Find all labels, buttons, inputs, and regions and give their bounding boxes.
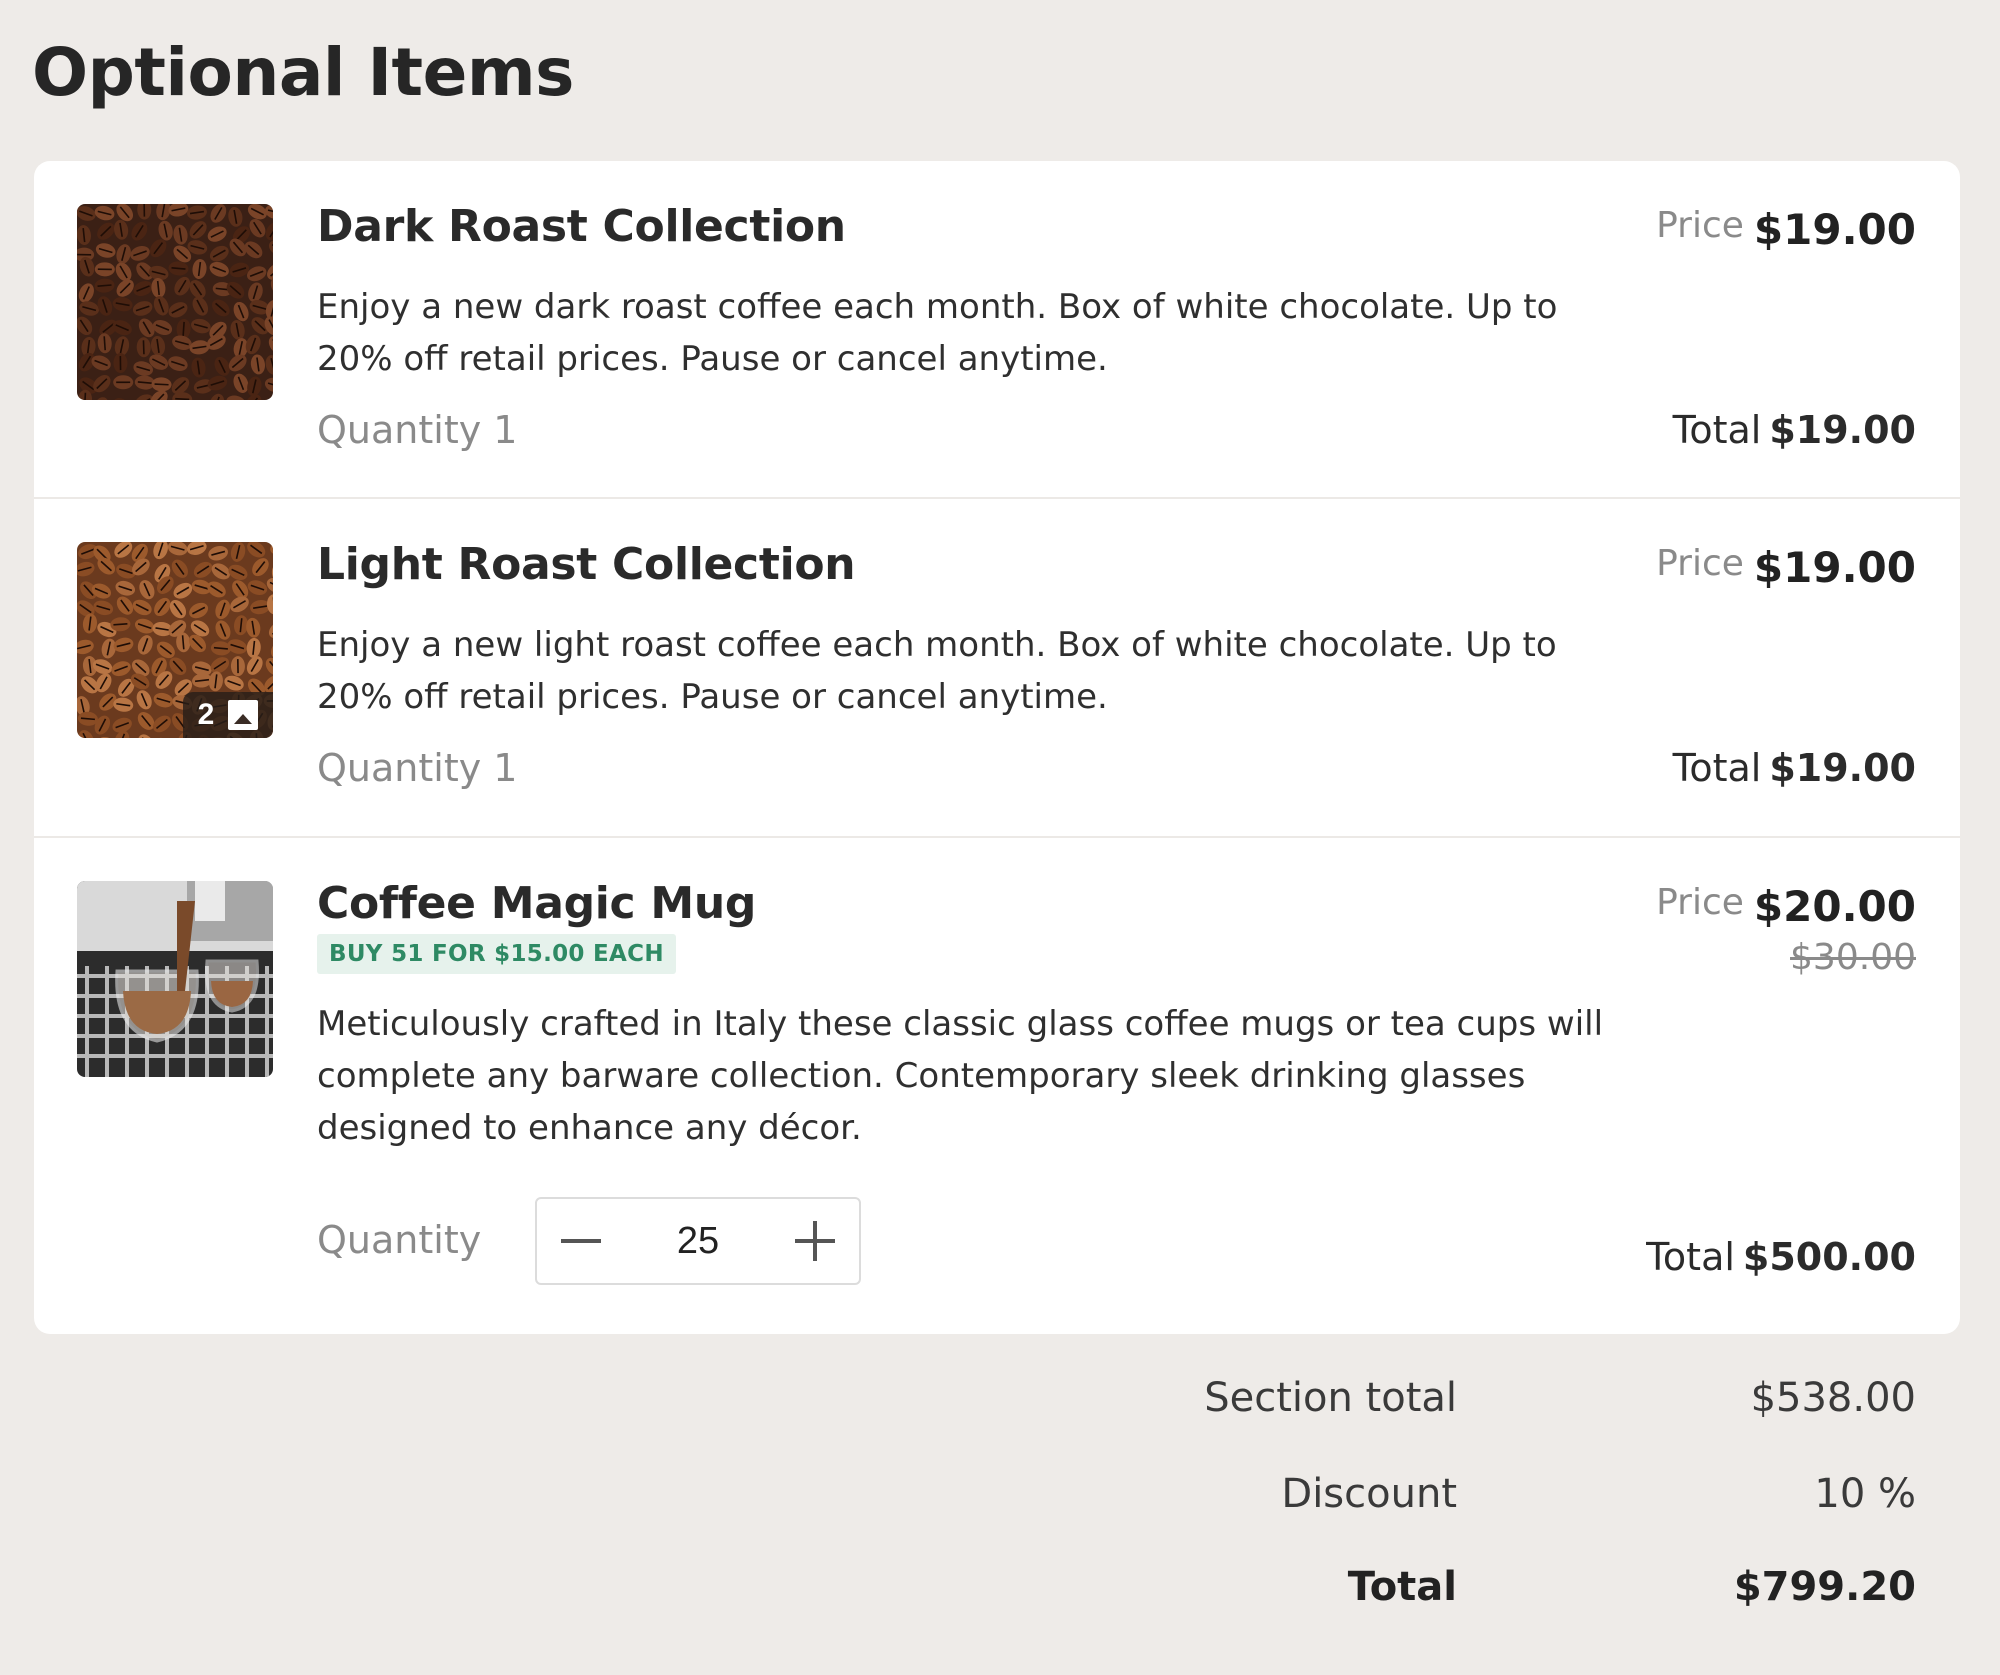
line-total: Total $500.00 [1646,1235,1916,1279]
total-label: Total [1672,408,1762,452]
product-image-light-roast[interactable]: 2 [77,542,273,738]
product-title: Dark Roast Collection [317,201,846,252]
total-label: Total [1672,746,1762,790]
espresso-mug-image [77,881,273,1077]
page-title: Optional Items [32,34,574,111]
grand-total-row: Total $799.20 [0,1564,2000,1624]
gallery-icon [228,700,259,730]
product-description: Enjoy a new dark roast coffee each month… [317,287,1558,379]
discount-value: 10 % [1814,1471,1916,1517]
total-value: $19.00 [1769,746,1916,790]
grand-total-value: $799.20 [1733,1564,1916,1610]
quantity-input[interactable]: 25 [638,1220,758,1263]
line-total: Total $19.00 [1673,408,1916,452]
image-count-badge[interactable]: 2 [183,692,273,738]
section-total-value: $538.00 [1750,1375,1916,1421]
line-item-dark-roast: Dark Roast Collection Enjoy a new dark r… [34,161,1960,499]
total-value: $500.00 [1742,1235,1916,1279]
product-image-coffee-mug[interactable] [77,881,273,1077]
line-total: Total $19.00 [1673,746,1916,790]
line-item-coffee-mug: Coffee Magic Mug BUY 51 FOR $15.00 EACH … [34,838,1960,1334]
product-title: Light Roast Collection [317,539,856,590]
product-description: Enjoy a new light roast coffee each mont… [317,625,1557,717]
grand-total-label: Total [1347,1564,1457,1610]
price-block: Price $19.00 [1656,205,1916,254]
total-label: Total [1646,1235,1735,1279]
line-item-light-roast: 2 Light Roast Collection Enjoy a new lig… [34,499,1960,838]
increment-button[interactable] [789,1215,841,1267]
quantity-label: Quantity 1 [317,746,518,790]
price-block: Price $20.00 $30.00 [1656,882,1916,978]
section-total-label: Section total [1204,1375,1457,1421]
product-title: Coffee Magic Mug [317,878,757,929]
bulk-discount-badge: BUY 51 FOR $15.00 EACH [317,934,676,974]
quantity-label: Quantity 1 [317,408,518,452]
price-value: $20.00 [1753,882,1916,931]
section-total-row: Section total $538.00 [0,1375,2000,1435]
total-value: $19.00 [1769,408,1916,452]
discount-row: Discount 10 % [0,1471,2000,1531]
coffee-beans-image [77,204,273,400]
product-image-dark-roast[interactable] [77,204,273,400]
original-price: $30.00 [1790,937,1916,978]
quantity-stepper: 25 [535,1197,861,1285]
discount-label: Discount [1281,1471,1457,1517]
optional-items-card: Dark Roast Collection Enjoy a new dark r… [34,161,1960,1334]
price-value: $19.00 [1753,543,1916,592]
price-block: Price $19.00 [1656,543,1916,592]
decrement-button[interactable] [555,1215,607,1267]
price-label: Price [1656,205,1744,246]
quantity-label: Quantity [317,1218,482,1262]
price-label: Price [1656,543,1744,584]
price-value: $19.00 [1753,205,1916,254]
product-description: Meticulously crafted in Italy these clas… [317,1004,1604,1148]
price-label: Price [1656,882,1744,923]
image-count: 2 [197,698,215,731]
